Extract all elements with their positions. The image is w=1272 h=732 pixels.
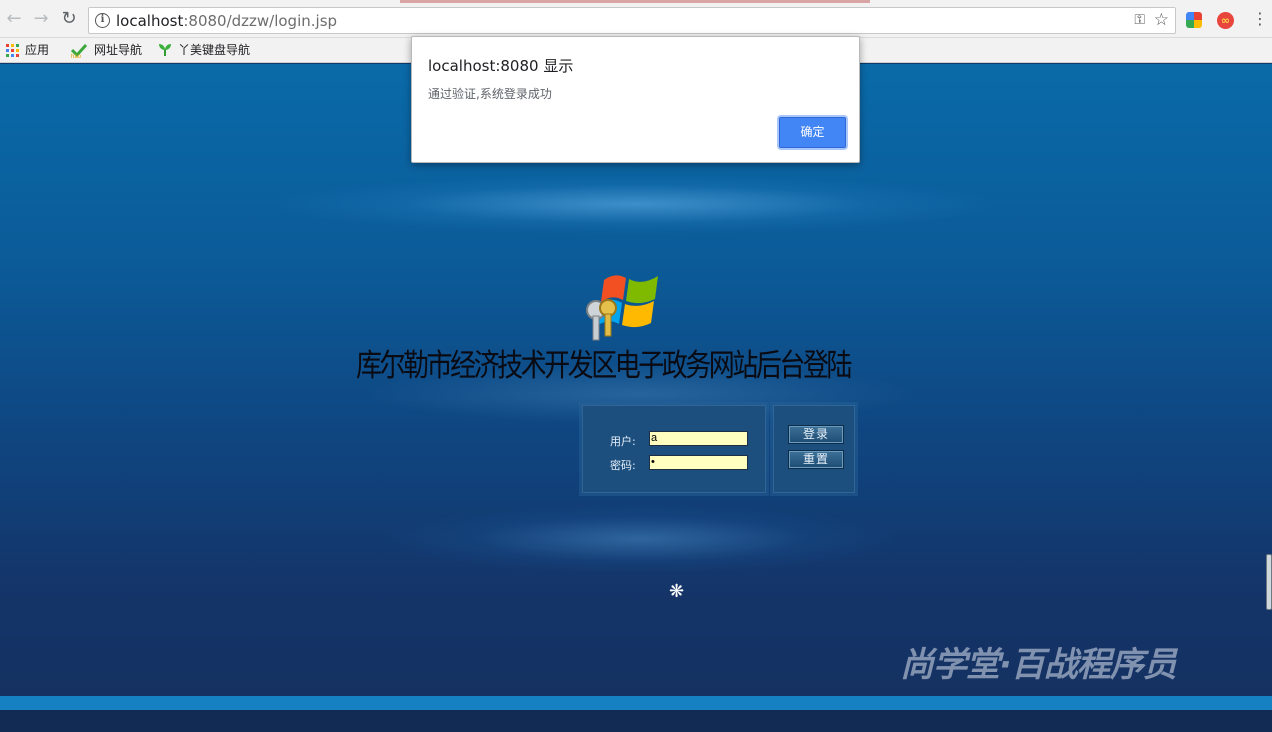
username-input[interactable]: a <box>649 431 748 446</box>
bookmark-keyboard-nav[interactable]: 丫美键盘导航 <box>158 42 250 58</box>
username-label: 用户: <box>610 435 636 448</box>
browser-toolbar: ← → ↻ i localhost:8080/dzzw/login.jsp ⚿ … <box>0 0 1272 38</box>
login-form-panel: 用户: a 密码: • <box>582 405 766 493</box>
windows-keys-logo <box>586 275 658 341</box>
bookmark-label: 网址导航 <box>94 43 143 57</box>
footer-base <box>0 710 1272 732</box>
footer-band <box>0 696 1272 710</box>
alert-dialog: localhost:8080 显示 通过验证,系统登录成功 确定 <box>411 36 860 163</box>
password-label: 密码: <box>610 459 636 472</box>
loading-spinner-icon: ❋ <box>669 581 685 602</box>
side-scroll-handle[interactable] <box>1266 554 1272 610</box>
login-page: 库尔勒市经济技术开发区电子政务网站后台登陆 用户: a 密码: • 登录 重置 … <box>0 64 1272 732</box>
dialog-title: localhost:8080 显示 <box>428 57 574 75</box>
back-icon[interactable]: ← <box>4 9 24 29</box>
url-text[interactable]: localhost:8080/dzzw/login.jsp <box>116 12 337 30</box>
key-icon[interactable]: ⚿ <box>1134 12 1145 28</box>
dialog-ok-button[interactable]: 确定 <box>779 117 846 148</box>
decorative-glow <box>380 504 900 574</box>
decorative-glow <box>270 174 1000 234</box>
login-button[interactable]: 登录 <box>788 425 844 444</box>
watermark: 尚学堂·百战程序员 <box>900 645 1177 685</box>
reset-button[interactable]: 重置 <box>788 450 844 469</box>
reload-icon[interactable]: ↻ <box>59 9 79 29</box>
infinity-extension-icon[interactable]: ∞ <box>1217 12 1234 29</box>
bookmark-label: 应用 <box>25 43 50 57</box>
bookmark-apps[interactable]: 应用 <box>6 42 49 58</box>
password-input[interactable]: • <box>649 455 748 470</box>
address-bar[interactable]: i localhost:8080/dzzw/login.jsp ⚿ ☆ <box>88 7 1176 34</box>
button-panel: 登录 重置 <box>773 405 855 493</box>
more-menu-icon[interactable]: ⋮ <box>1252 10 1268 28</box>
dialog-message: 通过验证,系统登录成功 <box>428 87 552 101</box>
site-title: 库尔勒市经济技术开发区电子政务网站后台登陆 <box>356 348 852 384</box>
sprout-icon <box>159 44 171 56</box>
apps-grid-icon <box>6 43 19 57</box>
bookmark-label: 丫美键盘导航 <box>178 43 251 57</box>
hao-icon: hao <box>70 43 88 58</box>
svg-text:hao: hao <box>71 54 82 58</box>
active-tab-edge <box>400 0 870 3</box>
extension-icon[interactable] <box>1186 12 1202 28</box>
forward-icon[interactable]: → <box>31 9 51 29</box>
bookmark-hao-nav[interactable]: hao 网址导航 <box>70 42 142 58</box>
info-icon[interactable]: i <box>95 13 110 28</box>
star-icon[interactable]: ☆ <box>1154 10 1169 30</box>
